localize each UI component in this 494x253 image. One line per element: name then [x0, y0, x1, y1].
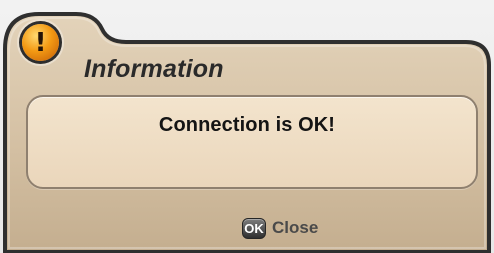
- close-label: Close: [272, 218, 319, 237]
- ok-key-label: OK: [244, 220, 264, 236]
- connection-message: Connection is OK!: [158, 114, 336, 136]
- information-dialog-screen: ! Information Connection is OK! OK Close: [0, 0, 494, 253]
- warning-icon: !: [22, 24, 59, 61]
- close-action[interactable]: OK Close: [242, 217, 318, 239]
- dialog-title: Information: [84, 55, 224, 83]
- warning-icon-symbol: !: [34, 27, 47, 58]
- ok-key-icon[interactable]: OK: [242, 217, 266, 239]
- message-box: [26, 95, 478, 189]
